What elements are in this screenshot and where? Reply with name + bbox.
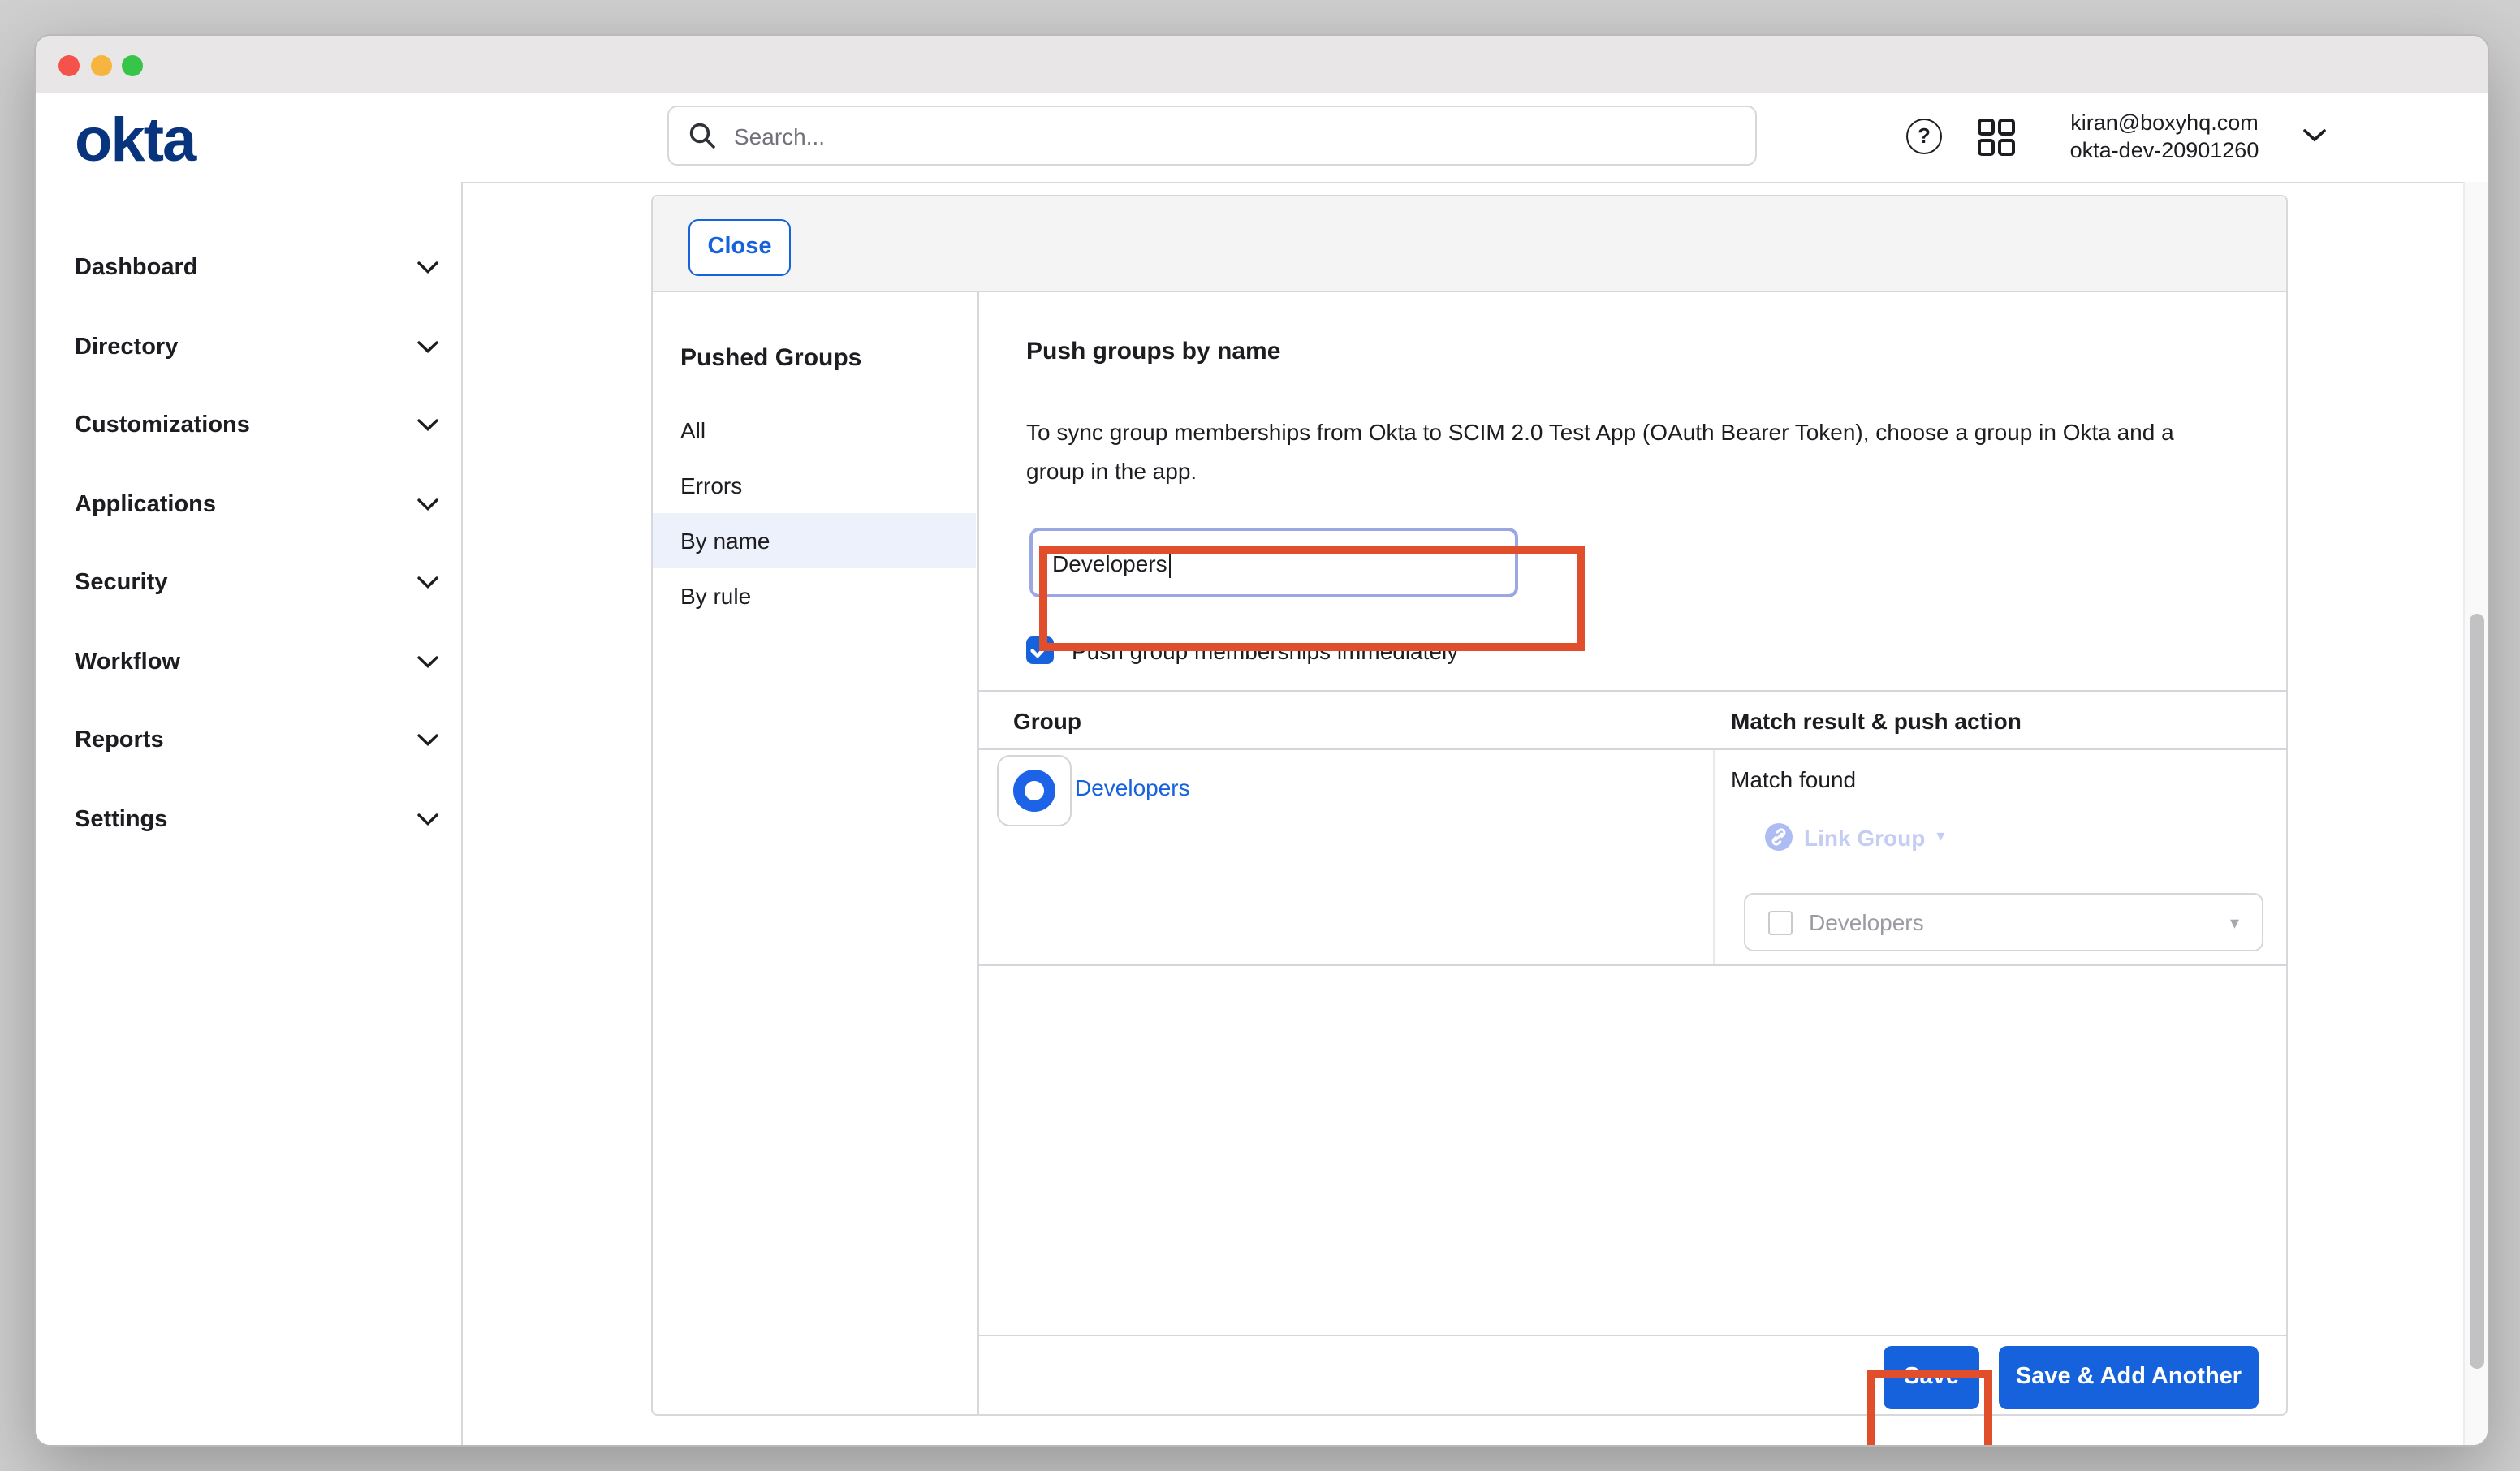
divider (977, 964, 2288, 966)
window-close-button[interactable] (58, 55, 80, 76)
search-input[interactable] (731, 121, 1736, 150)
link-group-button[interactable]: Link Group ▾ (1765, 823, 1944, 851)
sidebar-item-reports[interactable]: Reports (36, 716, 461, 765)
group-icon (1013, 770, 1055, 812)
divider (977, 1335, 2288, 1336)
link-icon (1765, 823, 1793, 851)
chevron-down-icon (417, 734, 438, 747)
divider (977, 748, 2288, 750)
app-group-select-value: Developers (1809, 909, 2230, 935)
pushed-groups-subnav: Pushed Groups All Errors By name By rule (653, 291, 979, 1414)
panel-toolbar: Close (653, 196, 2286, 292)
account-email: kiran@boxyhq.com (2033, 109, 2296, 136)
description-text: To sync group memberships from Okta to S… (1026, 412, 2195, 490)
subnav-item-by-rule[interactable]: By rule (653, 568, 976, 623)
app-header: okta ? kiran@boxyhq.com (36, 93, 2488, 183)
help-icon[interactable]: ? (1906, 119, 1942, 154)
match-result-text: Match found (1731, 766, 1856, 792)
search-box[interactable] (667, 106, 1757, 166)
apps-grid-icon[interactable] (1976, 117, 2017, 157)
caret-down-icon: ▾ (1936, 828, 1944, 846)
window-zoom-button[interactable] (122, 55, 143, 76)
okta-logo: okta (75, 107, 195, 177)
page-title: Push groups by name (1026, 338, 1280, 365)
save-add-another-button[interactable]: Save & Add Another (1999, 1346, 2259, 1409)
desktop: okta ? kiran@boxyhq.com (0, 0, 2520, 1471)
chevron-down-icon (417, 498, 438, 511)
annotation-highlight-save (1867, 1370, 1992, 1447)
group-link[interactable]: Developers (1075, 774, 1190, 800)
subnav-item-errors[interactable]: Errors (653, 458, 976, 513)
window-minimize-button[interactable] (90, 55, 111, 76)
column-header-group: Group (1013, 708, 1081, 734)
window-titlebar (36, 36, 2488, 94)
sidebar-nav: Dashboard Directory Customizations Appli… (36, 182, 463, 1445)
link-group-label: Link Group (1804, 824, 1925, 850)
sidebar-item-settings[interactable]: Settings (36, 795, 461, 843)
column-header-match-result: Match result & push action (1731, 708, 2022, 734)
scrollbar-track[interactable] (2463, 182, 2489, 1445)
app-window: okta ? kiran@boxyhq.com (34, 34, 2489, 1447)
chevron-down-icon (417, 340, 438, 353)
caret-down-icon: ▾ (2230, 912, 2239, 933)
sidebar-item-directory[interactable]: Directory (36, 322, 461, 371)
group-placeholder-icon (1768, 910, 1793, 934)
account-org: okta-dev-20901260 (2033, 136, 2296, 164)
chevron-down-icon (417, 419, 438, 432)
push-groups-panel: Close Pushed Groups All Errors By name B… (651, 195, 2288, 1416)
group-avatar (997, 755, 1072, 826)
column-divider (1713, 750, 1715, 964)
chevron-down-icon (417, 261, 438, 274)
divider (977, 690, 2288, 692)
search-icon (688, 122, 716, 149)
sidebar-item-applications[interactable]: Applications (36, 480, 461, 528)
chevron-down-icon (417, 576, 438, 589)
account-menu[interactable]: kiran@boxyhq.com okta-dev-20901260 (2033, 109, 2296, 164)
sidebar-item-security[interactable]: Security (36, 559, 461, 607)
sidebar-item-customizations[interactable]: Customizations (36, 401, 461, 450)
chevron-down-icon (417, 655, 438, 668)
chevron-down-icon[interactable] (2302, 128, 2327, 143)
sidebar-item-dashboard[interactable]: Dashboard (36, 244, 461, 292)
subnav-item-all[interactable]: All (653, 403, 976, 458)
subnav-title: Pushed Groups (680, 344, 861, 372)
close-button[interactable]: Close (688, 219, 791, 276)
subnav-item-by-name[interactable]: By name (653, 513, 976, 568)
scrollbar-thumb[interactable] (2469, 614, 2483, 1369)
app-group-select[interactable]: Developers ▾ (1744, 893, 2263, 951)
annotation-highlight-input (1039, 546, 1585, 651)
sidebar-item-workflow[interactable]: Workflow (36, 637, 461, 686)
chevron-down-icon (417, 813, 438, 826)
